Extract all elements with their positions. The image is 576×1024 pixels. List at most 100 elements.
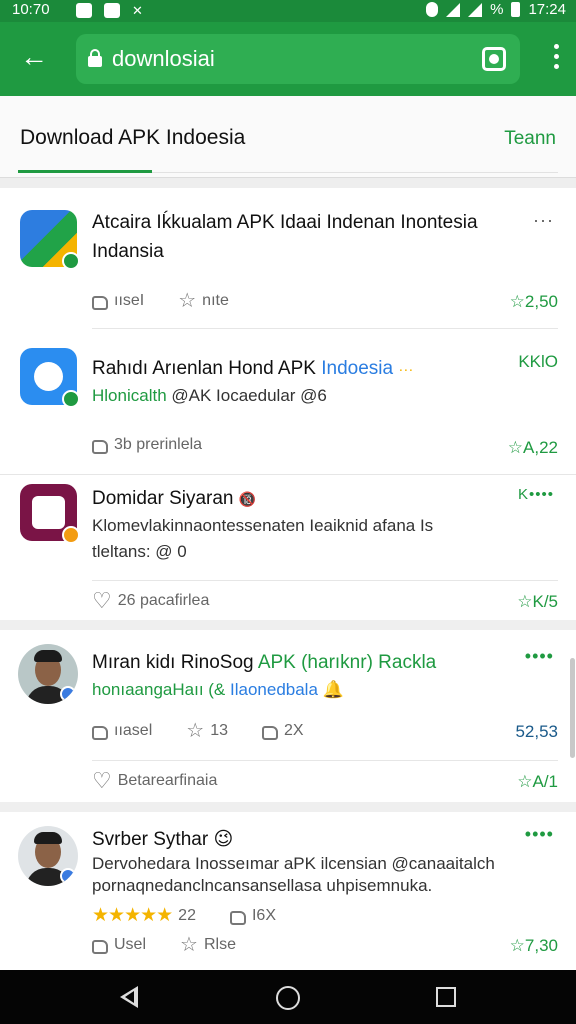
item-subtitle: Dervohedara Inosseımar aPK ilcensian @ca… (92, 854, 495, 873)
thumb2-label: 2X (283, 722, 304, 739)
item-actions: Usel ☆ Rlse (92, 935, 236, 955)
star-label: Rlse (203, 936, 236, 953)
item-more-icon[interactable]: •••• (525, 646, 554, 667)
thumbs-up-icon[interactable] (92, 296, 108, 310)
item-value: 52,53 (515, 722, 558, 741)
avatar[interactable] (18, 644, 78, 704)
item-title-main: Rahıdı Arıenlan Hond APK (92, 358, 316, 379)
rating-value: ☆2,50 (509, 292, 558, 311)
item-title[interactable]: Rahıdı Arıenlan Hond APK Indoesia ··· (92, 358, 413, 380)
nav-recents-icon[interactable] (436, 987, 456, 1007)
thumb-label: I6X (251, 906, 276, 924)
notification-icons: ✕ (76, 3, 148, 18)
item-title-emoji: 🔞 (238, 491, 257, 507)
thumbs-up-icon[interactable] (229, 910, 246, 925)
thumbs-up-icon[interactable] (92, 440, 108, 454)
item-subtitle-text: @AK Iocaedular @6 (171, 386, 327, 405)
back-arrow-icon[interactable]: ← (20, 42, 50, 72)
like-label: Usel (114, 936, 147, 953)
item-title-main: Domidar Siyaran (92, 488, 234, 509)
item-actions: ııasel ☆ 13 2X (92, 721, 304, 741)
item-more-icon[interactable]: K•••• (518, 486, 554, 503)
divider (0, 474, 576, 475)
thumbs-up-icon[interactable] (261, 726, 278, 740)
item-actions: 3b prerinlela (92, 436, 202, 454)
item-badge: KKlO (518, 352, 558, 371)
item-actions: ♡ 26 pacafirlea (92, 590, 210, 612)
item-subtitle-link[interactable]: Ilaonedbala (230, 680, 318, 699)
tabs-icon[interactable] (482, 47, 506, 71)
lock-icon (88, 49, 102, 67)
item-title-suffix: ··· (398, 361, 414, 378)
divider (92, 580, 558, 581)
url-text[interactable]: downlosiai (112, 46, 215, 72)
app-list: Atcaira Iḱkualam APK Idaai Indenan Inont… (0, 188, 576, 970)
item-subtitle-highlight[interactable]: Hlonicalth (92, 386, 167, 405)
item-title[interactable]: Atcaira Iḱkualam APK Idaai Indenan Inont… (92, 212, 478, 234)
item-title-link[interactable]: Indoesia (321, 358, 393, 379)
app-logo-icon (32, 496, 65, 529)
play-badge-icon (62, 526, 80, 544)
thumbs-up-icon[interactable] (92, 726, 108, 740)
divider (92, 328, 558, 329)
more-options-icon[interactable] (552, 44, 560, 69)
scrollbar[interactable] (570, 658, 575, 758)
compass-icon (34, 362, 63, 391)
item-subtitle: honıaangaHaıı (& Ilaonedbala 🔔 (92, 680, 344, 700)
avatar[interactable] (18, 826, 78, 886)
like-label: 3b prerinlela (114, 436, 203, 453)
star-icon[interactable]: ☆ (178, 291, 196, 311)
active-tab-indicator (18, 170, 152, 173)
item-title[interactable]: Mıran kidı RinoSog APK (harıknr) Rackla (92, 652, 436, 674)
signal-text: % (490, 1, 504, 18)
star-label: 13 (210, 722, 228, 739)
section-divider (0, 802, 576, 812)
item-actions-secondary: ♡ Betarearfinaia (92, 770, 218, 792)
alarm-icon (426, 2, 439, 17)
item-title-line2[interactable]: Indansia (92, 241, 164, 263)
star-rating-icon: ★★★★★ (92, 905, 173, 926)
header-action-link[interactable]: Teann (504, 128, 556, 150)
app-icon[interactable] (20, 484, 80, 544)
item-more-icon[interactable]: •••• (525, 824, 554, 845)
status-bar: 10:70 ✕ % 17:24 (0, 0, 576, 22)
url-bar[interactable]: downlosiai (76, 34, 520, 84)
like-label: ııasel (114, 722, 153, 739)
star-label: nıte (202, 292, 229, 309)
divider (92, 760, 558, 761)
item-actions: ııseI ☆ nıte (92, 291, 229, 311)
item-subtitle-highlight[interactable]: honıaangaHaıı (& (92, 680, 225, 699)
star-icon[interactable]: ☆ (180, 935, 198, 955)
heart-icon[interactable]: ♡ (92, 770, 112, 792)
app-icon[interactable] (20, 348, 80, 408)
status-time-left: 10:70 (12, 1, 50, 18)
item-title[interactable]: Domidar Siyaran 🔞 (92, 488, 256, 510)
system-nav-bar (0, 970, 576, 1024)
item-more-icon[interactable]: ··· (533, 210, 554, 231)
battery-icon (511, 2, 521, 17)
stars-label: 22 (178, 906, 196, 924)
item-subtitle: Klomevlakinnaontessenaten Ieaiknid afana… (92, 516, 434, 535)
item-title[interactable]: Svrber Sythar 😉 (92, 828, 233, 851)
page-header: Download APK Indoesia Teann (0, 96, 576, 178)
heart-icon[interactable]: ♡ (92, 590, 112, 612)
notification-icon (76, 3, 92, 18)
overflow-notification-icon: ✕ (132, 3, 143, 18)
heart-label: Betarearfinaia (117, 772, 218, 789)
item-subtitle-emoji: 🔔 (322, 680, 344, 699)
star-icon[interactable]: ☆ (186, 721, 204, 741)
item-subtitle-line2: tleltans: @ 0 (92, 542, 187, 561)
nav-back-icon[interactable] (120, 986, 138, 1008)
verified-badge-icon (60, 868, 76, 884)
item-title-emoji: 😉 (213, 829, 234, 850)
rating-value: ☆K/5 (517, 592, 558, 611)
item-title-highlight[interactable]: APK (harıknr) Rackla (258, 652, 436, 673)
cell-signal-icon (468, 2, 483, 17)
browser-toolbar: ← downlosiai (0, 22, 576, 96)
item-subtitle: Hlonicalth @AK Iocaedular @6 (92, 386, 327, 406)
nav-home-icon[interactable] (276, 986, 300, 1010)
thumbs-up-icon[interactable] (92, 940, 108, 954)
status-time-right: 17:24 (528, 1, 566, 18)
app-icon[interactable] (20, 210, 80, 270)
heart-label: 26 pacafirlea (117, 592, 210, 609)
